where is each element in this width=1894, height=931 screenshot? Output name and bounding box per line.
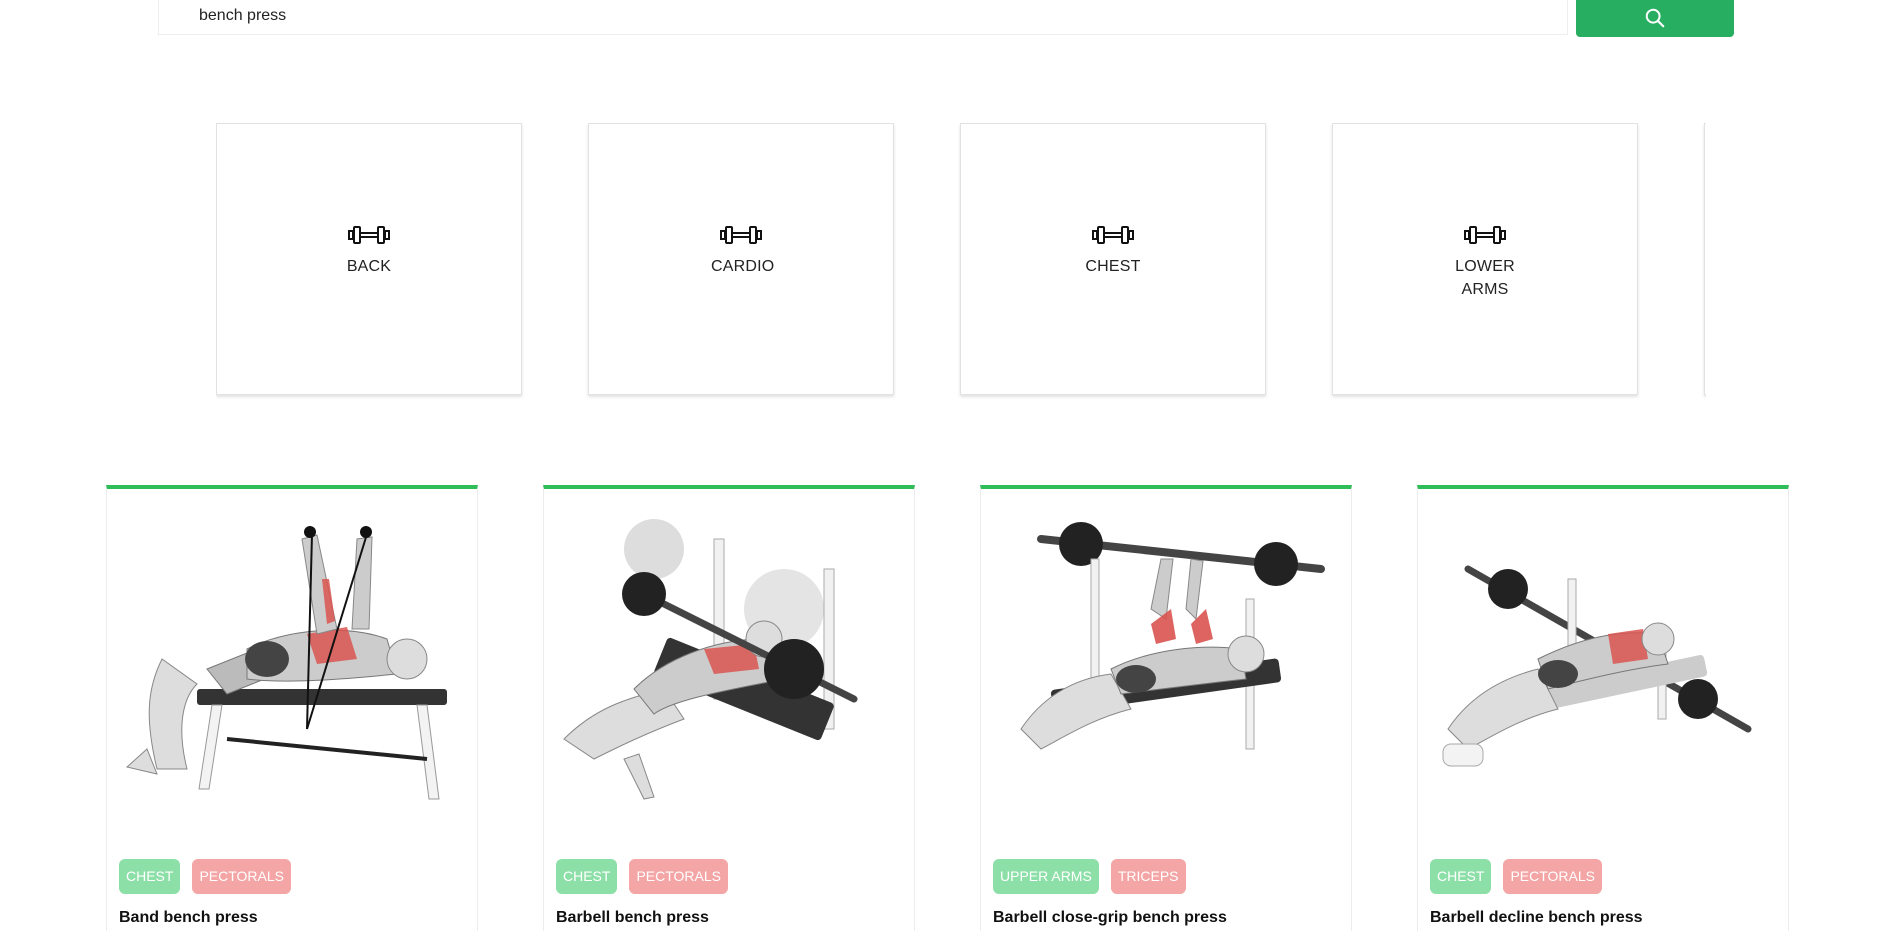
body-part-label: BACK [346, 258, 392, 275]
tag-list: CHEST PECTORALS [1430, 859, 1602, 894]
body-part-tag: CHEST [119, 859, 181, 894]
exercise-card[interactable]: CHEST PECTORALS Barbell bench press [543, 485, 915, 931]
search-bar [158, 0, 1736, 37]
exercise-card[interactable]: CHEST PECTORALS Barbell decline bench pr… [1417, 485, 1789, 931]
body-part-label: CARDIO [711, 258, 775, 275]
exercise-illustration [1442, 565, 1752, 767]
body-part-card-cardio[interactable]: CARDIO [588, 123, 894, 395]
body-part-label: LOWER ARMS [1455, 258, 1515, 298]
page: BACK CARDIO [0, 0, 1894, 931]
body-part-label: CHEST [1085, 258, 1141, 275]
exercise-list: CHEST PECTORALS Band bench press CHEST P… [106, 485, 1789, 931]
body-part-card-chest[interactable]: CHEST [960, 123, 1266, 395]
exercise-card[interactable]: CHEST PECTORALS Band bench press [106, 485, 478, 931]
exercise-illustration [1020, 522, 1325, 750]
tag-list: UPPER ARMS TRICEPS [993, 859, 1186, 894]
exercise-card[interactable]: UPPER ARMS TRICEPS Barbell close-grip be… [980, 485, 1352, 931]
dumbbell-icon [1464, 226, 1506, 244]
search-icon [1645, 8, 1665, 27]
tag-list: CHEST PECTORALS [119, 859, 291, 894]
body-part-tag: CHEST [1430, 859, 1492, 894]
exercise-name: Barbell decline bench press [1430, 909, 1643, 926]
dumbbell-icon [720, 226, 762, 244]
body-part-scroller[interactable]: BACK CARDIO CHEST LOWER ARMS [216, 123, 1706, 403]
target-muscle-tag: PECTORALS [1503, 859, 1602, 894]
tag-list: CHEST PECTORALS [556, 859, 728, 894]
body-part-card-back[interactable]: BACK [216, 123, 522, 395]
body-part-card-partial[interactable] [1704, 123, 1706, 395]
exercise-illustration [563, 519, 858, 800]
dumbbell-icon [1092, 226, 1134, 244]
exercise-name: Band bench press [119, 909, 258, 926]
dumbbell-icon [348, 226, 390, 244]
exercise-illustration [125, 526, 447, 800]
target-muscle-tag: PECTORALS [192, 859, 291, 894]
target-muscle-tag: PECTORALS [629, 859, 728, 894]
exercise-name: Barbell close-grip bench press [993, 909, 1227, 926]
exercise-name: Barbell bench press [556, 909, 709, 926]
body-part-tag: UPPER ARMS [993, 859, 1099, 894]
body-part-tag: CHEST [556, 859, 618, 894]
target-muscle-tag: TRICEPS [1110, 859, 1186, 894]
body-part-card-lower-arms[interactable]: LOWER ARMS [1332, 123, 1638, 395]
search-input[interactable] [158, 0, 1568, 35]
search-button[interactable] [1576, 0, 1734, 37]
